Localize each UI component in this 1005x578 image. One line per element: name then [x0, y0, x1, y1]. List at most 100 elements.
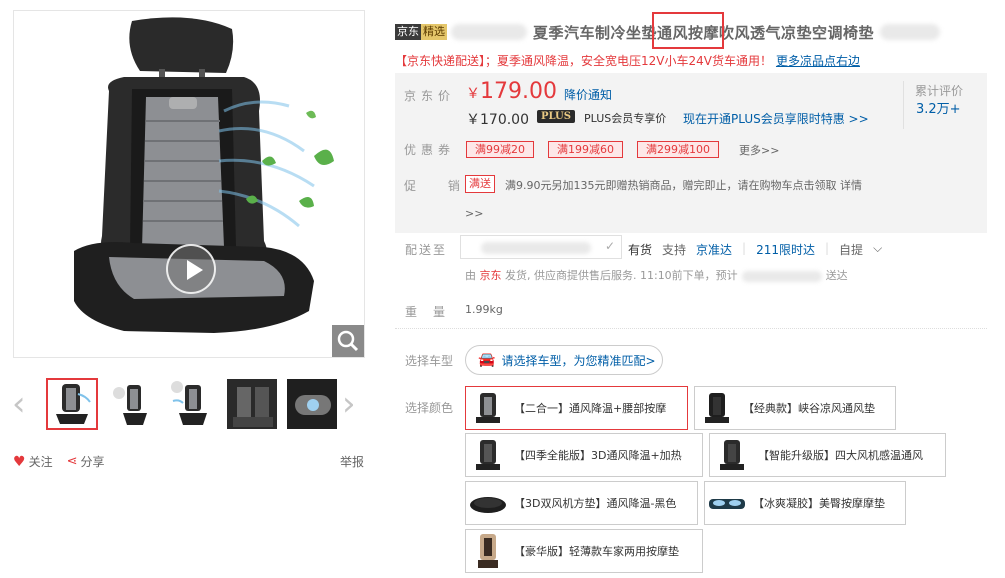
title-highlight-box — [652, 12, 724, 49]
promotion-label: 促 销 — [404, 179, 474, 193]
zoom-button[interactable] — [332, 325, 364, 357]
option-label: 【冰爽凝胶】美臀按摩摩垫 — [753, 497, 885, 510]
ship-prefix: 由 — [465, 269, 476, 282]
thumbnail-next-arrow-icon[interactable]: › — [342, 387, 364, 423]
option-label: 【3D双风机方垫】通风降温-黑色 — [514, 497, 677, 510]
shipping-info: 有货 支持 京准达 | 211限时达 | 自提 ⌵ — [628, 241, 882, 258]
car-icon: 🚘 — [478, 352, 496, 368]
coupon-item[interactable]: 满99减20 — [466, 141, 534, 158]
coupon-item[interactable]: 满299减100 — [637, 141, 719, 158]
thumbnail-car-interior-icon — [227, 379, 277, 429]
color-option[interactable]: 【冰爽凝胶】美臀按摩摩垫 — [704, 481, 906, 525]
thumbnail-seat-icon — [56, 384, 91, 424]
promo-link[interactable]: 更多凉品点右边 — [776, 54, 860, 68]
jd-price: ￥179.00 — [466, 79, 557, 104]
blurred-address — [481, 242, 591, 254]
option-label: 【豪华版】轻薄款车家两用按摩垫 — [514, 545, 679, 558]
option-thumbnail — [466, 482, 510, 524]
address-selector[interactable]: ✓ — [460, 235, 622, 259]
coupon-more-link[interactable]: 更多>> — [739, 142, 779, 158]
thumbnail-4[interactable] — [226, 378, 278, 430]
support-label: 支持 — [662, 243, 687, 257]
stock-status: 有货 — [628, 243, 653, 257]
price-currency: ￥ — [466, 86, 480, 102]
coupon-item[interactable]: 满199减60 — [548, 141, 623, 158]
price-label: 京东价 — [404, 89, 456, 103]
follow-label: 关注 — [28, 455, 53, 469]
option-thumbnail — [466, 387, 510, 429]
follow-share-bar: ♥ 关注 ⋖ 分享 — [13, 453, 105, 470]
promotion-more-link[interactable]: >> — [465, 207, 483, 220]
heart-icon: ♥ — [13, 453, 26, 470]
ship-text: 发货, 供应商提供售后服务. 11:10前下单，预计 — [505, 269, 738, 282]
seat-cushion-illustration — [74, 17, 334, 333]
option-label: 【四季全能版】3D通风降温+加热 — [514, 449, 682, 462]
follow-button[interactable]: ♥ 关注 — [13, 453, 53, 470]
plus-member-text: PLUS会员专享价 — [584, 112, 667, 125]
plus-open-link[interactable]: 现在开通PLUS会员享限时特惠 >> — [683, 110, 869, 127]
option-thumbnail — [466, 434, 510, 476]
price-drop-notice-link[interactable]: 降价通知 — [564, 86, 612, 103]
weight-value: 1.99kg — [465, 303, 503, 316]
review-count-link[interactable]: 3.2万+ — [916, 98, 961, 117]
divider: | — [742, 241, 747, 255]
plus-price: ￥170.00 — [466, 112, 529, 128]
thumbnail-1[interactable] — [46, 378, 98, 430]
color-option[interactable]: 【3D双风机方垫】通风降温-黑色 — [465, 481, 698, 525]
color-option[interactable]: 【二合一】通风降温+腰部按摩 — [465, 386, 688, 430]
plus-badge: PLUS — [537, 110, 575, 123]
divider — [395, 328, 987, 329]
chevron-down-icon[interactable]: ⌵ — [873, 241, 882, 258]
option-thumbnail — [695, 387, 739, 429]
color-option[interactable]: 【智能升级版】四大风机感温通风 — [709, 433, 946, 477]
color-option[interactable]: 【经典款】峡谷凉风通风垫 — [694, 386, 896, 430]
color-option[interactable]: 【四季全能版】3D通风降温+加热 — [465, 433, 703, 477]
badge-part2: 精选 — [421, 24, 447, 40]
blurred-brand — [451, 24, 527, 40]
service-211[interactable]: 211限时达 — [756, 241, 815, 258]
thumbnail-5[interactable] — [286, 378, 338, 430]
magnifier-icon — [337, 330, 359, 352]
divider — [903, 81, 904, 129]
blurred-title-suffix — [880, 24, 941, 40]
thumbnail-prev-arrow-icon[interactable]: ‹ — [12, 387, 34, 423]
shipping-detail: 由 京东 发货, 供应商提供售后服务. 11:10前下单，预计 送达 — [465, 267, 848, 283]
service-pickup[interactable]: 自提 — [839, 241, 863, 258]
color-option[interactable]: 【豪华版】轻薄款车家两用按摩垫 — [465, 529, 703, 573]
main-product-image[interactable] — [13, 10, 365, 358]
coupon-list: 满99减20 满199减60 满299减100 — [466, 141, 719, 158]
thumbnail-strip — [46, 378, 346, 430]
promotion-tag: 满送 — [465, 175, 495, 193]
blurred-date — [741, 270, 822, 282]
promo-text: 【京东快递配送】；夏季通风降温，安全宽电压12V小车24V货车通用！ — [395, 54, 772, 68]
thumbnail-2[interactable] — [106, 378, 158, 430]
option-thumbnail — [705, 482, 749, 524]
divider: | — [825, 241, 830, 255]
shipping-label: 配送至 — [405, 243, 448, 257]
review-label: 累计评价 — [915, 84, 964, 98]
share-button[interactable]: ⋖ 分享 — [67, 453, 105, 470]
service-jingzhunda[interactable]: 京准达 — [696, 241, 732, 258]
thumbnail-3[interactable] — [166, 378, 218, 430]
thumbnail-seat-icon — [171, 381, 207, 425]
ship-suffix: 送达 — [825, 269, 848, 282]
price-summary-box: 京东价 ￥179.00 降价通知 ￥170.00 PLUS PLUS会员专享价 … — [395, 73, 987, 233]
price-value: 179.00 — [480, 79, 557, 104]
weight-label: 重量 — [405, 305, 462, 319]
option-label: 【二合一】通风降温+腰部按摩 — [514, 402, 667, 415]
color-label: 选择颜色 — [405, 401, 454, 415]
check-icon: ✓ — [604, 239, 615, 253]
jd-selected-badge: 京东 精选 — [395, 24, 447, 40]
option-thumbnail — [710, 434, 754, 476]
ship-seller-link[interactable]: 京东 — [480, 269, 502, 282]
car-button-label: 请选择车型，为您精准匹配> — [501, 353, 656, 368]
share-icon: ⋖ — [66, 454, 78, 469]
promotion-description: 满9.90元另加135元即赠热销商品，赠完即止，请在购物车点击领取 详情 — [505, 179, 862, 192]
promo-line: 【京东快递配送】；夏季通风降温，安全宽电压12V小车24V货车通用！ 更多凉品点右… — [395, 52, 860, 69]
option-label: 【智能升级版】四大风机感温通风 — [758, 449, 923, 462]
option-label: 【经典款】峡谷凉风通风垫 — [743, 402, 875, 415]
report-link[interactable]: 举报 — [340, 453, 364, 470]
thumbnail-control-panel-icon — [287, 379, 337, 429]
select-car-model-button[interactable]: 🚘 请选择车型，为您精准匹配> — [465, 345, 663, 375]
play-video-button[interactable] — [166, 244, 216, 294]
